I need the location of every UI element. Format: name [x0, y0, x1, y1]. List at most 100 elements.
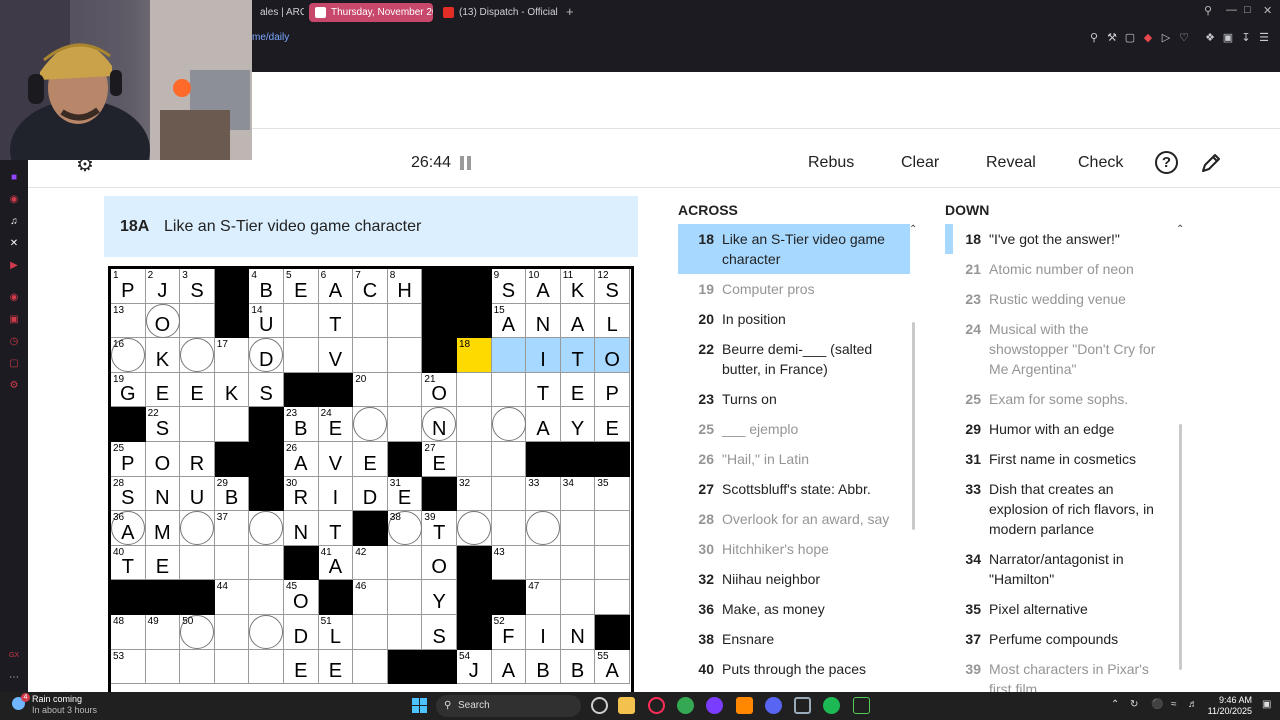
grid-cell[interactable] — [180, 511, 215, 546]
box-icon[interactable]: ▣ — [1221, 31, 1235, 45]
grid-cell[interactable]: 26 A — [284, 442, 319, 477]
grid-cell[interactable]: V — [318, 338, 354, 373]
grid-cell[interactable]: 21 O — [422, 372, 457, 408]
down-scrollbar[interactable] — [1179, 424, 1182, 670]
down-clue-37[interactable]: 37 Perfume compounds — [945, 624, 1179, 654]
grid-cell[interactable] — [249, 545, 284, 581]
across-clue-26[interactable]: 26 "Hail," in Latin — [678, 444, 910, 474]
cube-icon[interactable]: ▣ — [8, 314, 20, 326]
grid-cell[interactable]: 38 — [387, 511, 423, 546]
pin-icon[interactable]: ⚒ — [1105, 31, 1119, 45]
grid-cell[interactable] — [180, 545, 215, 581]
grid-cell[interactable]: 30 R — [284, 476, 319, 512]
grid-cell[interactable]: T — [526, 372, 561, 408]
across-clue-30[interactable]: 30 Hitchhiker's hope — [678, 534, 910, 564]
grid-cell[interactable] — [595, 580, 630, 615]
player-icon[interactable]: ◉ — [8, 292, 20, 304]
across-scroll-up-icon[interactable]: ⌃ — [909, 224, 917, 235]
across-clue-28[interactable]: 28 Overlook for an award, say — [678, 504, 910, 534]
grid-cell[interactable]: M — [145, 511, 181, 546]
grid-cell[interactable]: 41 A — [318, 545, 354, 581]
grid-cell[interactable] — [457, 372, 492, 408]
grid-cell[interactable]: 9S — [491, 269, 527, 304]
down-scroll-up-icon[interactable]: ⌃ — [1176, 224, 1184, 235]
grid-cell[interactable]: 11 K — [560, 269, 596, 304]
grid-cell[interactable]: N — [284, 511, 319, 546]
across-clue-38[interactable]: 38 Ensnare — [678, 624, 910, 654]
notifications-icon[interactable]: ▣ — [1262, 699, 1271, 710]
grid-cell[interactable] — [560, 545, 596, 581]
grid-cell[interactable] — [353, 303, 388, 339]
grid-cell[interactable]: 29 B — [214, 476, 250, 512]
down-clue-18[interactable]: 18 "I've got the answer!" — [945, 224, 1179, 254]
shield-icon[interactable]: ◆ — [1141, 31, 1155, 45]
grid-cell[interactable]: 46 — [353, 580, 388, 615]
grid-cell[interactable]: D — [249, 338, 284, 373]
clock-icon[interactable]: ◷ — [8, 336, 20, 348]
across-clue-40[interactable]: 40 Puts through the paces — [678, 654, 910, 684]
terminal-icon[interactable] — [853, 697, 870, 714]
grid-cell[interactable] — [353, 407, 388, 442]
grid-cell[interactable]: 24 E — [318, 407, 354, 442]
grid-cell[interactable] — [180, 338, 215, 373]
grid-cell[interactable]: S — [422, 615, 457, 650]
search-icon[interactable]: ⚲ — [1204, 4, 1212, 17]
down-clue-39[interactable]: 39 Most characters in Pixar's first film — [945, 654, 1179, 694]
grid-cell[interactable]: 35 — [595, 476, 630, 512]
grid-cell[interactable] — [284, 338, 319, 373]
tab-crossword[interactable]: Thursday, November 20, — [309, 3, 433, 22]
grid-cell[interactable]: K — [145, 338, 181, 373]
grid-cell[interactable] — [491, 338, 527, 373]
grid-cell[interactable]: O — [145, 442, 181, 477]
restore-icon[interactable]: □ — [1244, 4, 1251, 16]
grid-cell[interactable]: 53 — [111, 649, 146, 685]
grid-cell[interactable] — [249, 511, 284, 546]
down-clue-21[interactable]: 21 Atomic number of neon — [945, 254, 1179, 284]
grid-cell[interactable] — [145, 649, 181, 685]
taskbar-search[interactable]: ⚲ Search — [436, 695, 581, 717]
grid-cell[interactable]: 22 S — [145, 407, 181, 442]
grid-cell[interactable]: 5E — [284, 269, 319, 304]
grid-cell[interactable] — [214, 649, 250, 685]
across-clue-25[interactable]: 25 ___ ejemplo — [678, 414, 910, 444]
address-bar[interactable]: me/daily — [252, 32, 289, 43]
grid-cell[interactable] — [214, 615, 250, 650]
grid-cell[interactable]: 43 — [491, 545, 527, 581]
grid-cell[interactable]: E — [145, 372, 181, 408]
grid-cell[interactable]: 7C — [353, 269, 388, 304]
grid-cell[interactable]: E — [560, 372, 596, 408]
grid-cell[interactable]: A — [560, 303, 596, 339]
opera-gx-icon[interactable] — [648, 697, 665, 714]
grid-cell[interactable]: 51 L — [318, 615, 354, 650]
instagram-icon[interactable]: ◉ — [8, 194, 20, 206]
across-clue-32[interactable]: 32 Niihau neighbor — [678, 564, 910, 594]
grid-cell[interactable]: I — [526, 338, 561, 373]
mic-icon[interactable]: ⚫ — [1151, 699, 1163, 710]
help-icon[interactable]: ? — [1155, 151, 1178, 174]
grid-cell[interactable] — [491, 372, 527, 408]
bag-icon[interactable]: ▢ — [8, 358, 20, 370]
grid-cell[interactable] — [491, 476, 527, 512]
grid-cell[interactable] — [353, 615, 388, 650]
settings-sidebar-icon[interactable]: ⚙ — [8, 380, 20, 392]
grid-cell[interactable]: S — [249, 372, 284, 408]
grid-cell[interactable]: 6A — [318, 269, 354, 304]
file-explorer-icon[interactable] — [618, 697, 635, 714]
pencil-icon[interactable] — [1200, 152, 1222, 174]
grid-cell[interactable]: 45 O — [284, 580, 319, 615]
screenshot-icon[interactable]: ▢ — [1123, 31, 1137, 45]
weather-widget[interactable]: 4 Rain coming In about 3 hours — [12, 693, 97, 716]
grid-cell[interactable] — [560, 580, 596, 615]
grid-cell[interactable]: D — [284, 615, 319, 650]
grid-cell[interactable]: 2J — [145, 269, 181, 304]
grid-cell[interactable]: E — [353, 442, 388, 477]
grid-cell[interactable] — [491, 511, 527, 546]
menu-icon[interactable]: ☰ — [1257, 31, 1271, 45]
grid-cell[interactable]: B — [526, 649, 561, 685]
x-icon[interactable]: ✕ — [8, 238, 20, 250]
across-clue-36[interactable]: 36 Make, as money — [678, 594, 910, 624]
grid-cell[interactable]: 8H — [387, 269, 423, 304]
across-clue-27[interactable]: 27 Scottsbluff's state: Abbr. — [678, 474, 910, 504]
heart-icon[interactable]: ♡ — [1177, 31, 1191, 45]
discord-icon[interactable] — [765, 697, 782, 714]
